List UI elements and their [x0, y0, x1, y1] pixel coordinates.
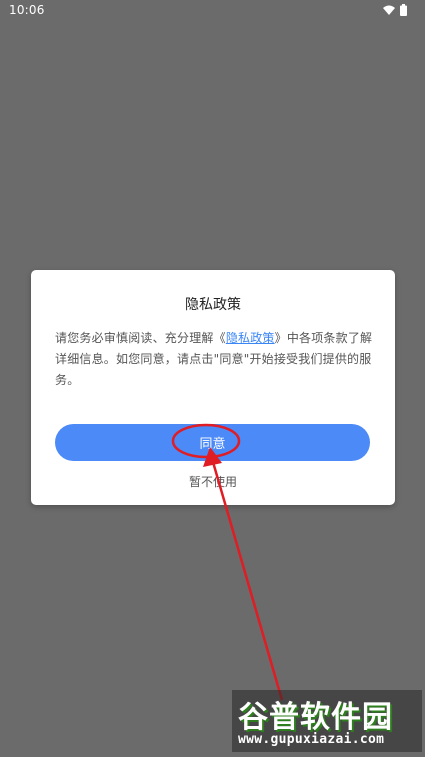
- watermark-title: 谷普软件园: [238, 700, 393, 735]
- dialog-title: 隐私政策: [185, 297, 241, 313]
- status-time: 10:06: [9, 3, 45, 17]
- status-icons: [383, 4, 407, 16]
- wifi-icon: [383, 5, 395, 15]
- agree-button[interactable]: 同意: [55, 424, 370, 461]
- dialog-body: 请您务必审慎阅读、充分理解《隐私政策》中各项条款了解详细信息。如您同意，请点击"…: [55, 328, 373, 391]
- dialog-body-text-start: 请您务必审慎阅读、充分理解《: [55, 331, 226, 345]
- status-bar: 10:06: [0, 0, 425, 22]
- privacy-dialog: 隐私政策 请您务必审慎阅读、充分理解《隐私政策》中各项条款了解详细信息。如您同意…: [31, 270, 395, 505]
- watermark: 谷普软件园 www.gupuxiazai.com: [232, 690, 422, 752]
- decline-button[interactable]: 暂不使用: [31, 473, 395, 490]
- privacy-policy-link[interactable]: 隐私政策: [226, 331, 275, 345]
- battery-icon: [400, 4, 407, 16]
- watermark-url: www.gupuxiazai.com: [238, 732, 385, 747]
